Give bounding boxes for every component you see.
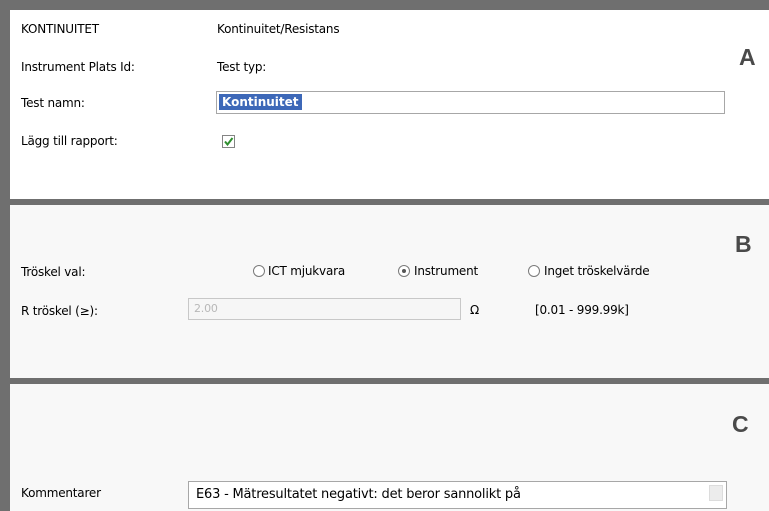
comments-value: E63 - Mätresultatet negativt: det beror …	[196, 487, 521, 502]
threshold-selection-label: Tröskel val:	[21, 265, 86, 279]
ohm-unit: Ω	[470, 303, 479, 317]
comments-label: Kommentarer	[21, 486, 101, 500]
test-name-label: Test namn:	[21, 96, 85, 110]
comments-input[interactable]: E63 - Mätresultatet negativt: det beror …	[188, 481, 727, 509]
radio-ict-software[interactable]	[253, 265, 265, 277]
r-threshold-label: R tröskel (≥):	[21, 304, 98, 318]
test-name-selected-text: Kontinuitet	[219, 94, 302, 110]
section-letter-a: A	[739, 44, 756, 70]
frame-left	[0, 0, 10, 511]
r-threshold-value: 2.00	[194, 302, 218, 315]
section-letter-b: B	[735, 231, 752, 257]
section-letter-c: C	[732, 411, 749, 437]
test-name-input[interactable]: Kontinuitet	[216, 91, 725, 114]
panel-a-test-settings: KONTINUITET Kontinuitet/Resistans Instru…	[10, 10, 769, 199]
radio-no-threshold-label: Inget tröskelvärde	[544, 264, 650, 278]
title-value: Kontinuitet/Resistans	[217, 22, 340, 36]
checkmark-icon	[224, 137, 234, 147]
range-text: [0.01 - 999.99k]	[535, 303, 629, 317]
comments-scroll-button[interactable]	[709, 485, 723, 501]
panel-c-comments: C Kommentarer E63 - Mätresultatet negati…	[10, 384, 769, 511]
add-to-report-checkbox[interactable]	[222, 135, 235, 148]
radio-instrument[interactable]	[398, 265, 410, 277]
panel-b-threshold: Tröskel val: ICT mjukvara Instrument Ing…	[10, 205, 769, 378]
radio-no-threshold[interactable]	[528, 265, 540, 277]
radio-selected-dot	[402, 269, 406, 273]
title-label: KONTINUITET	[21, 22, 99, 36]
radio-ict-software-label: ICT mjukvara	[268, 264, 345, 278]
radio-instrument-label: Instrument	[414, 264, 479, 278]
r-threshold-input[interactable]: 2.00	[188, 298, 461, 320]
instrument-place-id-label: Instrument Plats Id:	[21, 60, 135, 74]
add-to-report-label: Lägg till rapport:	[21, 134, 118, 148]
test-type-label: Test typ:	[217, 60, 267, 74]
